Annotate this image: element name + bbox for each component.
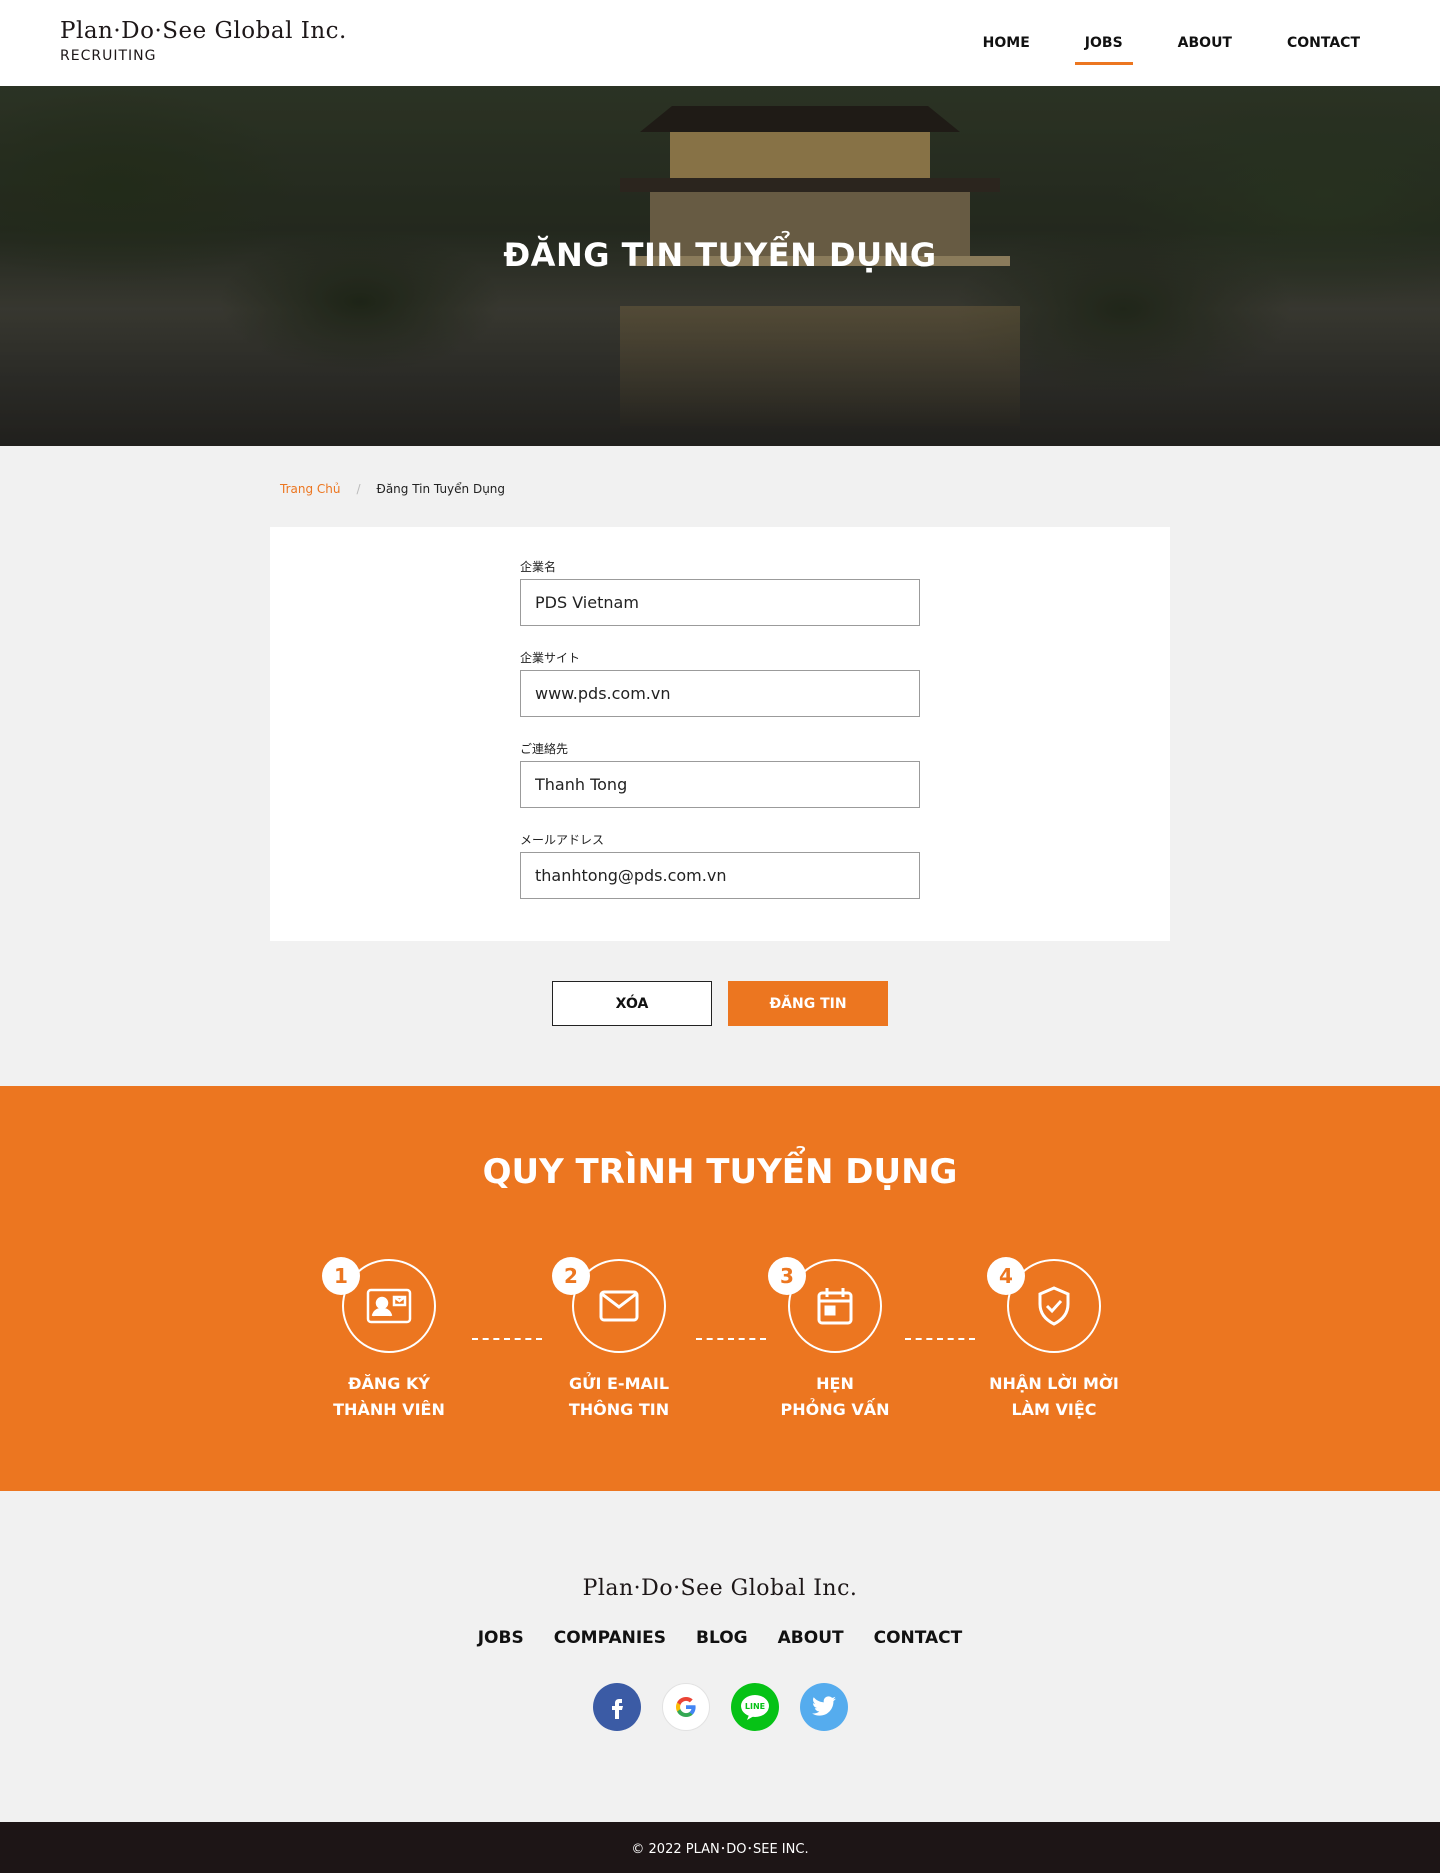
step-connector-3 xyxy=(905,1338,975,1340)
contact-input[interactable] xyxy=(520,761,920,808)
step-4-label: NHẬN LỜI MỜI LÀM VIỆC xyxy=(989,1374,1119,1419)
twitter-button[interactable] xyxy=(799,1683,848,1731)
process-step-4: 4 NHẬN LỜI MỜI LÀM VIỆC xyxy=(954,1257,1154,1423)
process-title: QUY TRÌNH TUYỂN DỤNG xyxy=(482,1152,958,1192)
company-name-input[interactable] xyxy=(520,579,920,626)
step-2-circle: 2 xyxy=(552,1257,666,1353)
process-step-1: 1 ĐĂNG KÝ THÀNH VIÊN xyxy=(289,1257,489,1423)
footer-nav-jobs[interactable]: JOBS xyxy=(478,1628,524,1648)
email-input[interactable] xyxy=(520,852,920,899)
step-3-label: HẸN PHỎNG VẤN xyxy=(780,1374,890,1419)
copyright-bar: © 2022 PLAN･DO･SEE INC. xyxy=(0,1822,1440,1873)
step-2-number: 2 xyxy=(552,1257,590,1295)
process-step-2: 2 GỬI E-MAIL THÔNG TIN xyxy=(519,1257,719,1423)
footer-nav-companies[interactable]: COMPANIES xyxy=(554,1628,666,1648)
breadcrumb: Trang Chủ / Đăng Tin Tuyển Dụng xyxy=(280,482,505,496)
email-label: メールアドレス xyxy=(520,833,605,847)
site-header: Plan·Do·See Global Inc. RECRUITING HOME … xyxy=(0,0,1440,86)
nav-about[interactable]: ABOUT xyxy=(1168,27,1242,59)
company-site-field-group: 企業サイト xyxy=(520,649,920,717)
company-name-field-group: 企業名 xyxy=(520,558,920,626)
twitter-icon xyxy=(811,1696,836,1716)
logo-main-text: Plan·Do·See Global Inc. xyxy=(60,18,347,44)
footer-logo[interactable]: Plan·Do·See Global Inc. xyxy=(0,1576,1440,1601)
contact-label: ご連絡先 xyxy=(520,742,569,756)
nav-contact[interactable]: CONTACT xyxy=(1277,27,1370,59)
nav-home[interactable]: HOME xyxy=(973,27,1040,59)
submit-button[interactable]: ĐĂNG TIN xyxy=(728,981,888,1026)
line-icon: LINE xyxy=(740,1695,769,1720)
company-site-label: 企業サイト xyxy=(520,651,581,665)
footer-nav-about[interactable]: ABOUT xyxy=(778,1628,844,1648)
job-post-form: 企業名 企業サイト ご連絡先 メールアドレス xyxy=(270,527,1170,941)
breadcrumb-current: Đăng Tin Tuyển Dụng xyxy=(376,482,506,496)
hero-title: ĐĂNG TIN TUYỂN DỤNG xyxy=(503,236,937,274)
clear-button[interactable]: XÓA xyxy=(552,981,712,1026)
footer-nav-contact[interactable]: CONTACT xyxy=(874,1628,963,1648)
line-button[interactable]: LINE xyxy=(730,1683,779,1731)
facebook-icon xyxy=(611,1699,623,1719)
breadcrumb-separator: / xyxy=(356,482,361,496)
step-3-number: 3 xyxy=(768,1257,806,1295)
copyright-text: © 2022 PLAN･DO･SEE INC. xyxy=(631,1842,809,1857)
google-icon xyxy=(675,1697,696,1717)
step-connector-1 xyxy=(472,1338,542,1340)
email-field-group: メールアドレス xyxy=(520,831,920,899)
mail-icon xyxy=(599,1290,639,1322)
calendar-icon xyxy=(817,1288,853,1325)
step-1-circle: 1 xyxy=(322,1257,436,1353)
footer-nav: JOBS COMPANIES BLOG ABOUT CONTACT xyxy=(0,1628,1440,1648)
step-1-number: 1 xyxy=(322,1257,360,1295)
site-logo[interactable]: Plan·Do·See Global Inc. RECRUITING xyxy=(60,18,347,64)
social-links: LINE xyxy=(0,1683,1440,1731)
step-1-label: ĐĂNG KÝ THÀNH VIÊN xyxy=(333,1374,445,1419)
main-nav: HOME JOBS ABOUT CONTACT xyxy=(938,0,1370,86)
company-name-label: 企業名 xyxy=(520,560,557,574)
step-2-label: GỬI E-MAIL THÔNG TIN xyxy=(568,1374,670,1419)
nav-jobs[interactable]: JOBS xyxy=(1074,27,1133,65)
logo-sub-text: RECRUITING xyxy=(60,48,157,64)
step-4-number: 4 xyxy=(987,1257,1025,1295)
hero-banner: ĐĂNG TIN TUYỂN DỤNG xyxy=(0,86,1440,446)
process-step-3: 3 HẸN PHỎNG VẤN xyxy=(735,1257,935,1423)
breadcrumb-home-link[interactable]: Trang Chủ xyxy=(280,482,340,496)
step-3-circle: 3 xyxy=(768,1257,882,1353)
contact-field-group: ご連絡先 xyxy=(520,740,920,808)
recruitment-process-section: QUY TRÌNH TUYỂN DỤNG 1 ĐĂNG KÝ THÀNH VIÊ… xyxy=(0,1086,1440,1491)
shield-check-icon xyxy=(1038,1286,1070,1326)
footer-nav-blog[interactable]: BLOG xyxy=(696,1628,748,1648)
id-card-icon xyxy=(366,1288,412,1324)
step-connector-2 xyxy=(696,1338,766,1340)
google-button[interactable] xyxy=(661,1683,710,1731)
svg-text:LINE: LINE xyxy=(744,1702,764,1711)
company-site-input[interactable] xyxy=(520,670,920,717)
facebook-button[interactable] xyxy=(592,1683,641,1731)
step-4-circle: 4 xyxy=(987,1257,1101,1353)
